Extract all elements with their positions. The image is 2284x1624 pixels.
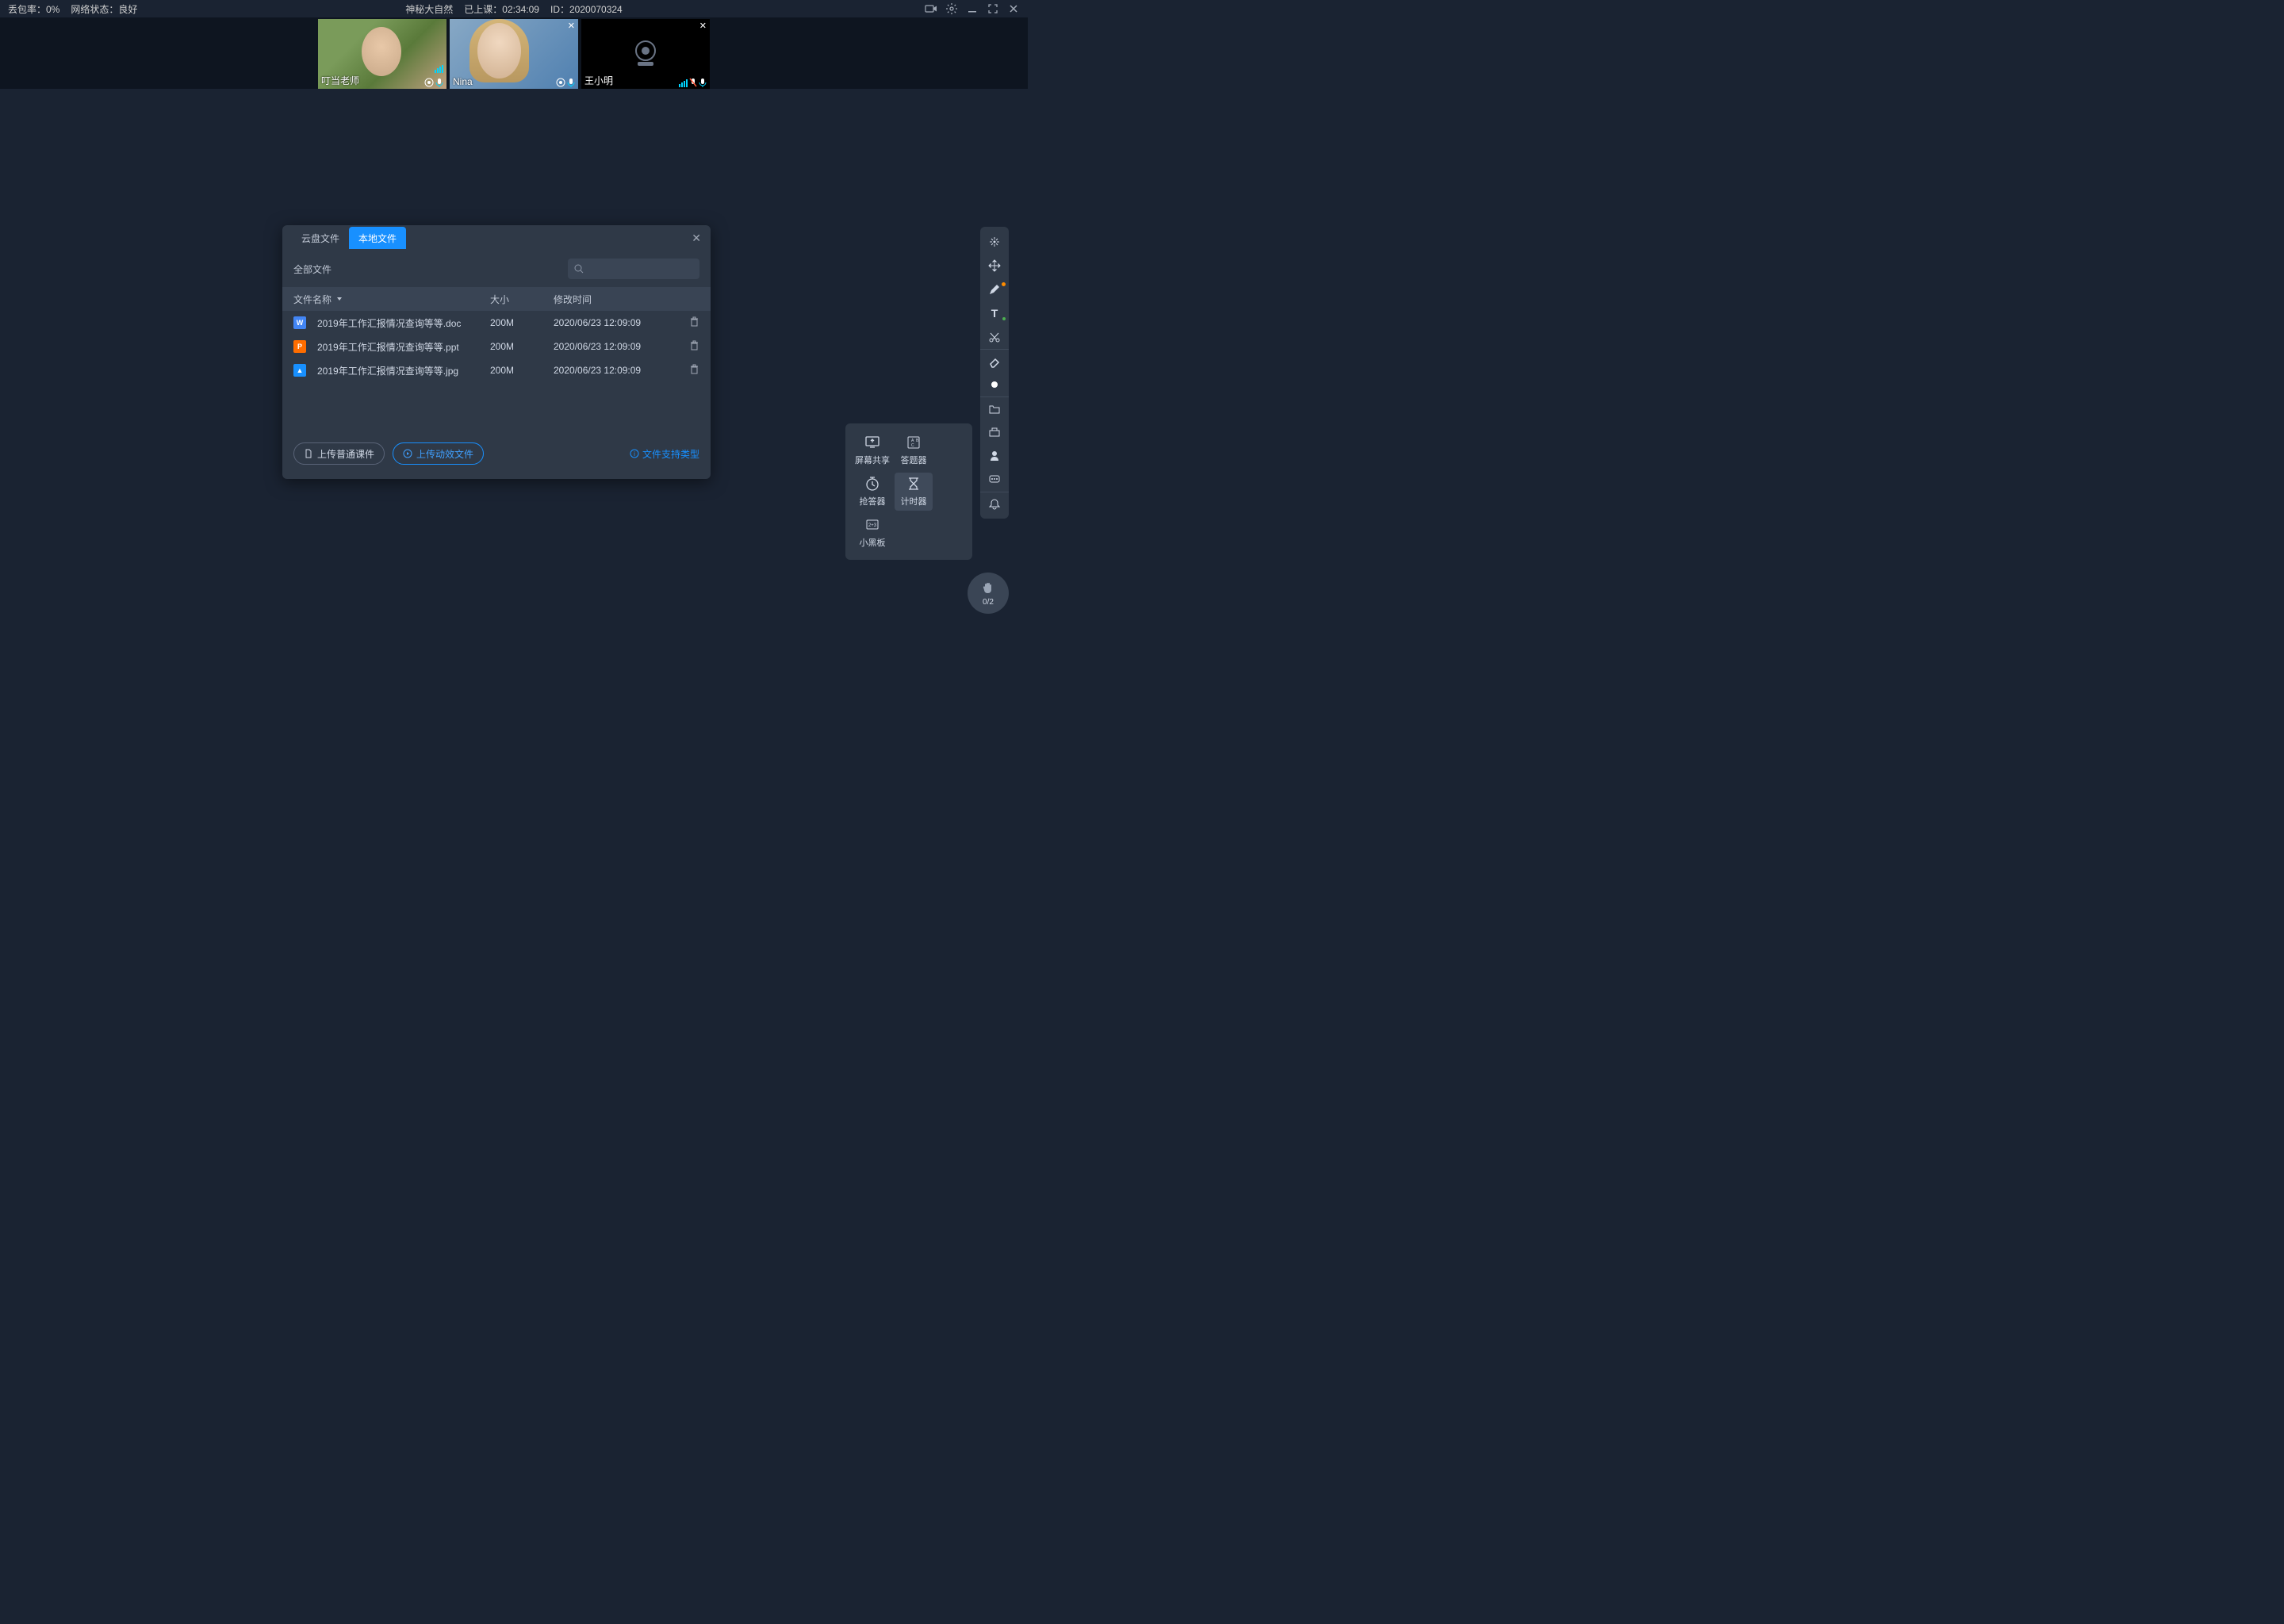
mic-icon <box>567 78 575 87</box>
file-name: 2019年工作汇报情况查询等等.doc <box>317 316 461 330</box>
right-toolbar: T <box>980 227 1009 519</box>
fullscreen-icon[interactable] <box>987 2 999 15</box>
settings-icon[interactable] <box>945 2 958 15</box>
video-name: 叮当老师 <box>321 74 359 87</box>
tool-toolbox[interactable] <box>980 420 1009 444</box>
mic-muted-icon <box>689 78 697 87</box>
tool-eraser[interactable] <box>980 349 1009 373</box>
delete-icon[interactable] <box>689 318 699 329</box>
upload-normal-button[interactable]: 上传普通课件 <box>293 442 385 465</box>
tools-popup: 屏幕共享 ABC 答题器 抢答器 计时器 2+3 小黑板 <box>845 423 972 560</box>
tool-chat[interactable] <box>980 468 1009 492</box>
video-close-icon[interactable]: ✕ <box>699 21 707 31</box>
topbar: 丢包率：0% 网络状态：良好 神秘大自然 已上课：02:34:09 ID：202… <box>0 0 1028 17</box>
close-icon[interactable] <box>1007 2 1020 15</box>
col-size-header[interactable]: 大小 <box>490 293 554 306</box>
tool-text[interactable]: T <box>980 301 1009 325</box>
tool-label: 抢答器 <box>860 495 886 508</box>
record-icon[interactable] <box>925 2 937 15</box>
class-title: 神秘大自然 <box>405 2 453 16</box>
file-time: 2020/06/23 12:09:09 <box>554 317 665 328</box>
signal-icon <box>679 78 688 87</box>
video-tile-teacher[interactable]: 叮当老师 <box>318 19 446 89</box>
svg-text:T: T <box>991 307 998 320</box>
camera-icon <box>424 78 434 87</box>
tool-scissors[interactable] <box>980 325 1009 349</box>
file-support-label: 文件支持类型 <box>642 447 699 461</box>
tool-pen[interactable] <box>980 278 1009 301</box>
tool-screen-share[interactable]: 屏幕共享 <box>853 431 891 469</box>
packet-loss: 丢包率：0% <box>8 2 59 16</box>
video-name: Nina <box>453 76 473 87</box>
upload-dynamic-button[interactable]: 上传动效文件 <box>393 442 484 465</box>
svg-text:B: B <box>916 439 919 443</box>
network-status: 网络状态：良好 <box>71 2 137 16</box>
tool-timer[interactable]: 计时器 <box>895 473 933 511</box>
svg-text:i: i <box>634 450 635 458</box>
image-icon: ▲ <box>293 364 306 377</box>
video-tile-student-1[interactable]: ✕ Nina <box>450 19 578 89</box>
file-list: W 2019年工作汇报情况查询等等.doc 200M 2020/06/23 12:… <box>282 311 711 382</box>
delete-icon[interactable] <box>689 366 699 377</box>
signal-icon <box>435 65 443 73</box>
tool-quick-answer[interactable]: 抢答器 <box>853 473 891 511</box>
svg-text:C: C <box>911 443 914 448</box>
camera-icon <box>556 78 565 87</box>
file-dialog: 云盘文件 本地文件 ✕ 全部文件 文件名称 大小 修改时间 W 2019年工作汇报… <box>282 225 711 479</box>
file-row[interactable]: W 2019年工作汇报情况查询等等.doc 200M 2020/06/23 12:… <box>282 311 711 335</box>
video-strip: 叮当老师 ✕ Nina ✕ 王小明 <box>0 17 1028 89</box>
file-row[interactable]: P 2019年工作汇报情况查询等等.ppt 200M 2020/06/23 12:… <box>282 335 711 358</box>
raise-hand-button[interactable]: 0/2 <box>968 573 1009 614</box>
file-size: 200M <box>490 365 554 376</box>
sort-icon <box>336 296 343 302</box>
camera-off-icon <box>627 35 665 73</box>
tool-users[interactable] <box>980 444 1009 468</box>
tool-answer[interactable]: ABC 答题器 <box>895 431 933 469</box>
file-time: 2020/06/23 12:09:09 <box>554 341 665 352</box>
tool-label: 小黑板 <box>860 536 886 549</box>
tool-label: 计时器 <box>901 495 927 508</box>
doc-icon: W <box>293 316 306 329</box>
tool-laser-pointer[interactable] <box>980 230 1009 254</box>
file-support-link[interactable]: i 文件支持类型 <box>630 447 699 461</box>
tool-folder[interactable] <box>980 396 1009 420</box>
video-name: 王小明 <box>584 74 613 87</box>
table-header: 文件名称 大小 修改时间 <box>282 287 711 311</box>
mic-icon <box>699 78 707 87</box>
search-icon <box>574 264 584 274</box>
tool-blackboard[interactable]: 2+3 小黑板 <box>853 514 891 552</box>
col-name-header[interactable]: 文件名称 <box>293 293 490 306</box>
class-id: ID：2020070324 <box>550 2 623 16</box>
mic-icon <box>435 78 443 87</box>
dialog-close-icon[interactable]: ✕ <box>692 232 701 245</box>
file-size: 200M <box>490 341 554 352</box>
tab-cloud-files[interactable]: 云盘文件 <box>292 227 349 249</box>
video-close-icon[interactable]: ✕ <box>568 21 575 31</box>
col-time-header[interactable]: 修改时间 <box>554 293 665 306</box>
raise-hand-count: 0/2 <box>983 598 994 607</box>
file-name: 2019年工作汇报情况查询等等.jpg <box>317 364 458 377</box>
file-time: 2020/06/23 12:09:09 <box>554 365 665 376</box>
video-tile-student-2[interactable]: ✕ 王小明 <box>581 19 710 89</box>
tool-bell[interactable] <box>980 492 1009 515</box>
tool-label: 答题器 <box>901 454 927 466</box>
file-size: 200M <box>490 317 554 328</box>
tool-label: 屏幕共享 <box>855 454 890 466</box>
search-input[interactable] <box>568 259 699 279</box>
svg-text:2+3: 2+3 <box>868 523 877 528</box>
filter-label[interactable]: 全部文件 <box>293 262 331 276</box>
file-row[interactable]: ▲ 2019年工作汇报情况查询等等.jpg 200M 2020/06/23 12:… <box>282 358 711 382</box>
file-name: 2019年工作汇报情况查询等等.ppt <box>317 340 459 354</box>
hand-icon <box>980 580 996 596</box>
minimize-icon[interactable] <box>966 2 979 15</box>
col-name-label: 文件名称 <box>293 293 331 306</box>
ppt-icon: P <box>293 340 306 353</box>
tab-local-files[interactable]: 本地文件 <box>349 227 406 249</box>
tool-color[interactable] <box>980 373 1009 396</box>
tool-move[interactable] <box>980 254 1009 278</box>
upload-normal-label: 上传普通课件 <box>317 447 374 461</box>
class-time: 已上课：02:34:09 <box>464 2 539 16</box>
delete-icon[interactable] <box>689 342 699 353</box>
upload-dynamic-label: 上传动效文件 <box>416 447 473 461</box>
